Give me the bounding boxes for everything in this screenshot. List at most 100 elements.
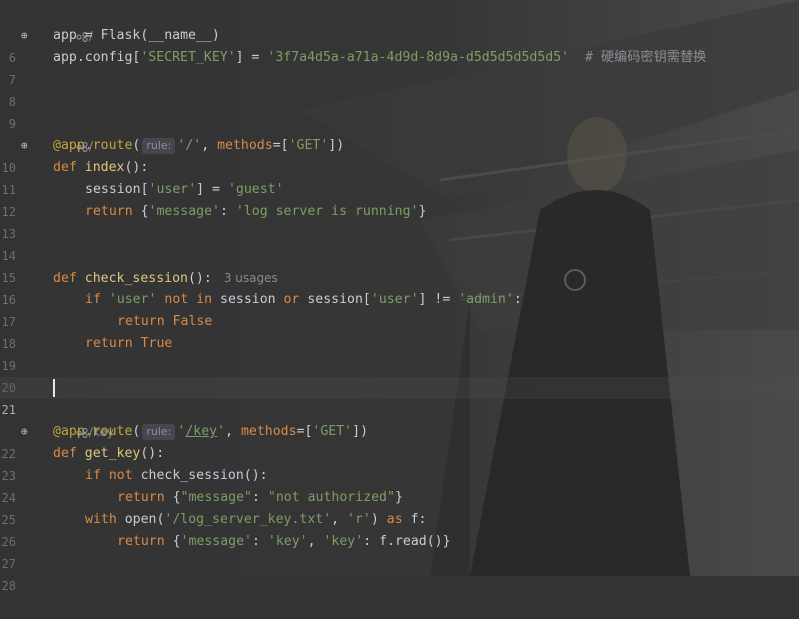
string-literal: 'message' xyxy=(180,534,252,549)
keyword: False xyxy=(172,314,213,329)
code-line-22[interactable]: 22 ⊕ @app.route(rule: '/key', methods=['G… xyxy=(0,421,799,461)
code-token: , xyxy=(225,424,241,439)
code-token: =[ xyxy=(296,424,313,439)
endpoint-hint[interactable]: /key xyxy=(0,399,799,439)
code-token: app xyxy=(53,50,77,65)
code-token: : xyxy=(252,490,268,505)
keyword: as xyxy=(386,512,411,527)
code-token: ] = xyxy=(196,182,228,197)
string-literal: "not authorized" xyxy=(267,490,395,505)
string-literal: '/log_server_key.txt' xyxy=(164,512,332,527)
function-name: index xyxy=(84,160,125,175)
code-line-23[interactable]: 23 def get_key(): xyxy=(0,443,799,483)
string-literal: 'SECRET_KEY' xyxy=(140,50,236,65)
route-link[interactable]: /key xyxy=(185,424,217,439)
code-token: ( xyxy=(132,424,141,439)
web-route-icon[interactable]: ⊕ xyxy=(21,140,33,152)
code-line-6[interactable]: 6 ⊕ app = Flask(__name__) xyxy=(0,25,799,65)
code-token: app xyxy=(53,28,77,43)
string-literal: '/' xyxy=(177,138,202,153)
code-line-13[interactable]: 13 return {'message': 'log server is run… xyxy=(0,201,799,241)
code-line-17[interactable]: 17 if 'user' not in session or session['… xyxy=(0,289,799,329)
code-token: check_session(): xyxy=(140,468,268,483)
keyword: def xyxy=(53,271,85,286)
code-line-12[interactable]: 12 session['user'] = 'guest' xyxy=(0,179,799,219)
string-literal: 'GET' xyxy=(288,138,329,153)
usages-hint[interactable]: 3 usages xyxy=(224,271,278,285)
code-line-26[interactable]: 26 with open('/log_server_key.txt', 'r')… xyxy=(0,509,799,549)
code-token: ( xyxy=(132,138,141,153)
code-token: .config[ xyxy=(76,50,141,65)
keyword: not xyxy=(108,468,141,483)
function-name: get_key xyxy=(84,446,141,461)
code-line-28[interactable]: 28 xyxy=(0,553,799,593)
code-token: { xyxy=(172,534,181,549)
web-route-icon[interactable]: ⊕ xyxy=(21,426,33,438)
code-line-21[interactable]: 21 xyxy=(0,377,799,417)
code-line-7[interactable]: 7 app.config['SECRET_KEY'] = '3f7a4d5a-a… xyxy=(0,47,799,87)
code-token: : f.read()} xyxy=(363,534,451,549)
code-line-8[interactable]: 8 xyxy=(0,69,799,109)
code-token: session[ xyxy=(307,292,371,307)
endpoint-hint[interactable]: / xyxy=(0,3,799,43)
code-token: open xyxy=(124,512,157,527)
endpoint-hint[interactable]: / xyxy=(0,113,799,153)
code-token: (): xyxy=(187,271,212,286)
code-line-24[interactable]: 24 if not check_session(): xyxy=(0,465,799,505)
keyword: def xyxy=(53,160,85,175)
code-token: = xyxy=(76,28,101,43)
code-line-16[interactable]: 16 def check_session(): 3 usages xyxy=(0,267,799,307)
web-route-icon[interactable]: ⊕ xyxy=(21,30,33,42)
code-token: ]) xyxy=(352,424,369,439)
string-literal: 'user' xyxy=(148,182,197,197)
code-line-20[interactable]: 20 xyxy=(0,355,799,395)
code-line-25[interactable]: 25 return {"message": "not authorized"} xyxy=(0,487,799,527)
string-literal: 'user' xyxy=(108,292,157,307)
string-literal: ' xyxy=(217,424,226,439)
code-token: , xyxy=(331,512,348,527)
code-token: : xyxy=(513,292,522,307)
code-token: ) xyxy=(370,512,387,527)
keyword: return xyxy=(117,490,173,505)
code-token: =[ xyxy=(272,138,289,153)
code-line-15[interactable]: 15 xyxy=(0,245,799,285)
code-token: session[ xyxy=(85,182,149,197)
code-line-27[interactable]: 27 return {'message': 'key', 'key': f.re… xyxy=(0,531,799,571)
code-line-19[interactable]: 19 return True xyxy=(0,333,799,373)
code-token: } xyxy=(418,204,427,219)
string-literal: 'log server is running' xyxy=(235,204,419,219)
code-line-18[interactable]: 18 return False xyxy=(0,311,799,351)
keyword: return xyxy=(117,314,173,329)
keyword: not in xyxy=(156,292,220,307)
code-token: : xyxy=(252,534,268,549)
code-comment: # 硬编码密钥需替换 xyxy=(569,50,707,65)
code-line-9[interactable]: 9 xyxy=(0,91,799,131)
code-line-14[interactable]: 14 xyxy=(0,223,799,263)
code-token: ] = xyxy=(235,50,268,65)
code-token: __name__ xyxy=(148,28,212,43)
code-token: , xyxy=(201,138,218,153)
code-line-10[interactable]: 10 ⊕ @app.route(rule: '/', methods=['GET'… xyxy=(0,135,799,175)
keyword-argument: methods xyxy=(240,424,297,439)
code-token: ]) xyxy=(328,138,345,153)
parameter-hint: rule: xyxy=(142,424,176,440)
string-literal: "message" xyxy=(180,490,252,505)
decorator: @app.route xyxy=(53,138,133,153)
parameter-hint: rule: xyxy=(142,138,176,154)
code-editor[interactable]: / 6 ⊕ app = Flask(__name__) 7 app.config… xyxy=(0,0,799,593)
string-literal: 'user' xyxy=(370,292,419,307)
keyword: True xyxy=(140,336,173,351)
text-cursor xyxy=(53,379,55,397)
code-line-11[interactable]: 11 def index(): xyxy=(0,157,799,197)
code-token: , xyxy=(307,534,324,549)
keyword: return xyxy=(85,204,141,219)
line-number: 28 xyxy=(1,579,16,593)
code-token: f: xyxy=(410,512,427,527)
keyword: def xyxy=(53,446,85,461)
string-literal: 'key' xyxy=(267,534,308,549)
keyword: return xyxy=(117,534,173,549)
string-literal: 'key' xyxy=(323,534,364,549)
function-name: check_session xyxy=(84,271,188,286)
code-token: : xyxy=(220,204,236,219)
string-literal: 'r' xyxy=(347,512,371,527)
